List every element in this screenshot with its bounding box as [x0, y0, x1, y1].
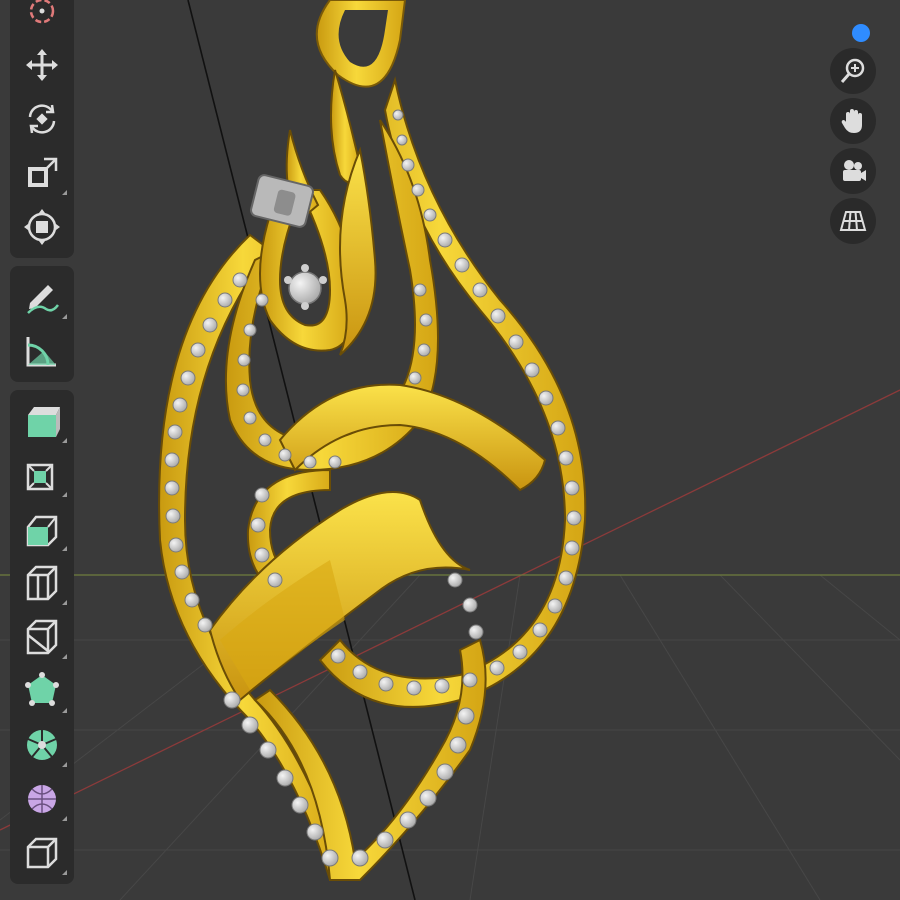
extrude-tool[interactable]: [14, 448, 70, 502]
bevel-tool[interactable]: [14, 556, 70, 610]
knife-tool[interactable]: [14, 664, 70, 718]
camera-button[interactable]: [830, 148, 876, 194]
tool-group-annotate: [10, 266, 74, 382]
navigation-gizmo: [830, 18, 896, 258]
move-tool[interactable]: [14, 38, 70, 92]
tool-group-mesh: [10, 390, 74, 884]
spin-tool[interactable]: [14, 772, 70, 826]
poly-build-icon: [27, 730, 57, 760]
hand-icon: [841, 109, 862, 133]
camera-icon: [843, 160, 866, 181]
pendant-model: [158, 0, 587, 881]
annotate-tool[interactable]: [14, 270, 70, 324]
tool-shelf: [10, 0, 74, 892]
shear-icon: [26, 837, 58, 869]
measure-tool[interactable]: [14, 324, 70, 378]
cursor-tool[interactable]: [14, 0, 70, 38]
measure-icon: [26, 337, 56, 367]
inset-tool[interactable]: [14, 502, 70, 556]
3d-viewport[interactable]: [0, 0, 900, 900]
knife-icon: [25, 672, 59, 706]
ortho-toggle-button[interactable]: [830, 198, 876, 244]
tool-group-transform: [10, 0, 74, 258]
inset-icon: [26, 515, 58, 547]
loop-cut-tool[interactable]: [14, 610, 70, 664]
view-axis-dot[interactable]: [852, 24, 870, 42]
poly-build-tool[interactable]: [14, 718, 70, 772]
add-cube-icon: [28, 407, 60, 437]
annotate-icon: [27, 285, 59, 314]
transform-tool[interactable]: [14, 200, 70, 254]
add-cube-tool[interactable]: [14, 394, 70, 448]
zoom-icon: [840, 58, 865, 83]
cursor-icon: [29, 0, 55, 24]
move-icon: [26, 49, 58, 81]
rotate-tool[interactable]: [14, 92, 70, 146]
scale-tool[interactable]: [14, 146, 70, 200]
extrude-icon: [26, 463, 54, 491]
grid-icon: [839, 211, 867, 231]
loop-cut-icon: [26, 619, 58, 655]
pan-button[interactable]: [830, 98, 876, 144]
scale-icon: [28, 157, 58, 187]
shear-tool[interactable]: [14, 826, 70, 880]
rotate-icon: [28, 104, 56, 134]
spin-icon: [28, 785, 56, 813]
scene-canvas[interactable]: [0, 0, 900, 900]
bevel-icon: [26, 565, 58, 601]
zoom-button[interactable]: [830, 48, 876, 94]
transform-icon: [24, 209, 60, 245]
